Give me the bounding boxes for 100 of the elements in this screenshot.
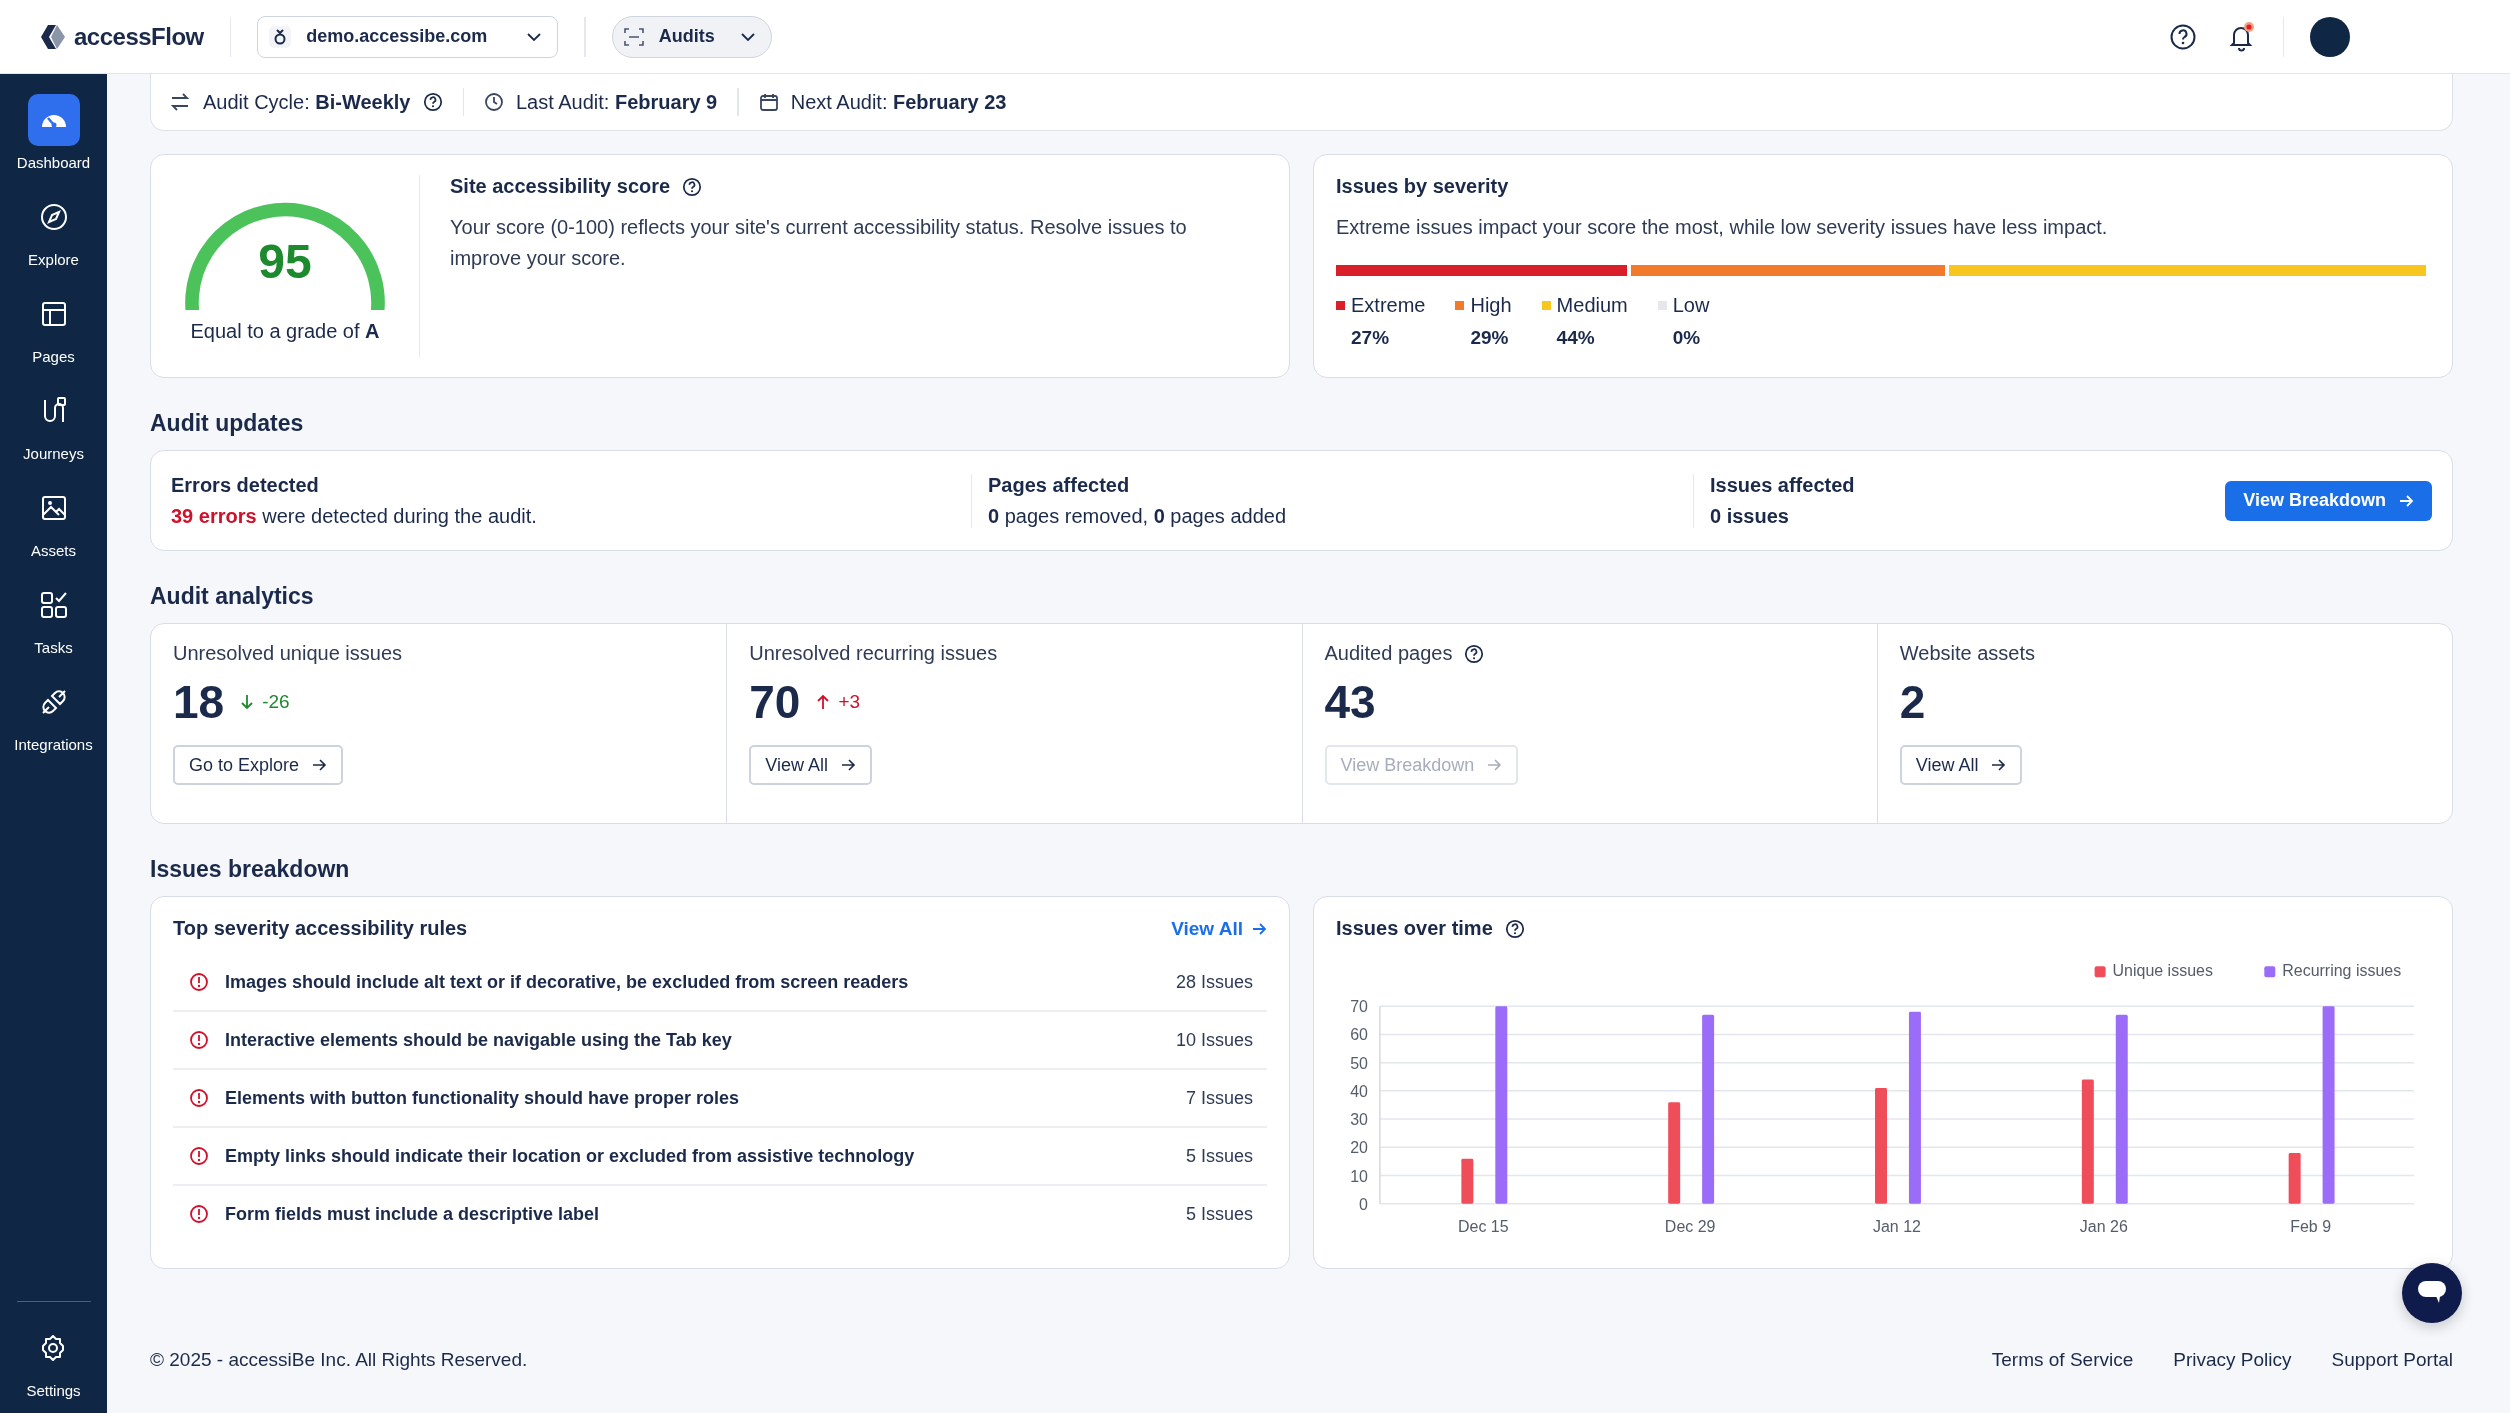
warning-icon [189, 1146, 209, 1166]
sidebar-item[interactable]: Integrations [0, 676, 107, 753]
chart-bar [1461, 1158, 1474, 1204]
update-text: 0 pages removed, 0 pages added [988, 504, 1287, 528]
site-select[interactable]: demo.accessibe.com [257, 15, 559, 58]
card-description: Your score (0-100) reflects your site's current accessibility status. Resolve issues to improve your score. [450, 215, 1188, 271]
warning-icon [189, 1088, 209, 1108]
sidebar-item[interactable]: Tasks [0, 579, 107, 656]
arrow-right-icon [1990, 757, 2007, 773]
swap-arrows-icon [169, 91, 191, 113]
help-icon[interactable] [422, 92, 443, 112]
view-breakdown-button[interactable]: View Breakdown [2225, 480, 2432, 521]
calendar-icon [758, 92, 779, 112]
update-text: 39 errors were detected during the audit. [171, 504, 538, 528]
help-icon[interactable] [2168, 22, 2197, 51]
metric-title: Website assets [1899, 642, 2035, 665]
severity-percent: 27% [1350, 327, 1390, 349]
arrow-down-icon [240, 694, 255, 710]
rule-name: Images should include alt text or if decorative, be excluded from screen readers [225, 971, 910, 993]
section-heading: Audit analytics [150, 583, 315, 610]
y-axis-label: 0 [1359, 1195, 1368, 1213]
legend-label: Low [1672, 294, 1710, 317]
update-title: Errors detected [171, 473, 320, 497]
issue-count: 5 Issues [1185, 1145, 1253, 1167]
issue-count: 28 Issues [1175, 971, 1253, 993]
metric-title: Unresolved unique issues [173, 642, 403, 665]
footer-link[interactable]: Terms of Service [1991, 1349, 2134, 1371]
legend-label: High [1470, 294, 1512, 317]
x-axis-label: Jan 26 [2079, 1217, 2128, 1235]
arrow-right-icon [2398, 492, 2414, 509]
sidebar-item[interactable]: Explore [0, 191, 107, 268]
view-select[interactable]: Audits [611, 15, 772, 58]
footer-link[interactable]: Privacy Policy [2173, 1349, 2292, 1371]
metric-value: 43 [1324, 675, 1376, 729]
chat-button[interactable] [2402, 1263, 2462, 1323]
metric-value: 2 [1899, 675, 1926, 729]
metric-button[interactable]: Go to Explore [173, 745, 344, 785]
y-axis-label: 50 [1350, 1054, 1368, 1072]
clock-icon [484, 92, 504, 112]
y-axis-label: 70 [1350, 998, 1368, 1016]
metric-title: Unresolved recurring issues [749, 642, 998, 665]
chart-bar [2288, 1153, 2301, 1204]
x-axis-label: Dec 15 [1458, 1217, 1509, 1235]
metric-button[interactable]: View All [1899, 745, 2023, 785]
last-audit-text: Last Audit: February 9 [516, 90, 718, 114]
sidebar-item[interactable]: Pages [0, 288, 107, 365]
update-title: Issues affected [1710, 473, 1856, 497]
y-axis-label: 20 [1350, 1139, 1368, 1157]
card-description: Extreme issues impact your score the most, while low severity issues have less impact. [1336, 215, 2108, 240]
user-avatar[interactable] [2310, 16, 2350, 57]
sidebar-item[interactable]: Dashboard [0, 94, 107, 171]
rule-name: Empty links should indicate their location or excluded from assistive technology [225, 1145, 916, 1167]
score-value: 95 [257, 233, 313, 289]
y-axis-label: 60 [1350, 1026, 1368, 1044]
compass-icon [38, 202, 69, 232]
copyright-text: © 2025 - accessiBe Inc. All Rights Reserved. [150, 1349, 528, 1371]
severity-percent: 0% [1671, 327, 1701, 349]
arrow-up-icon [816, 694, 831, 710]
legend-label: Unique issues [2112, 962, 2213, 980]
section-heading: Issues breakdown [150, 856, 351, 883]
footer-link[interactable]: Support Portal [2331, 1349, 2453, 1371]
sidebar-item[interactable]: Assets [0, 482, 107, 559]
y-axis-label: 10 [1350, 1167, 1368, 1185]
rule-name: Interactive elements should be navigable using the Tab key [225, 1029, 733, 1051]
metric-delta: -26 [262, 691, 290, 713]
legend-label: Medium [1556, 294, 1628, 317]
metric-value: 70 [749, 675, 801, 729]
x-axis-label: Dec 29 [1664, 1217, 1716, 1235]
metric-button[interactable]: View All [749, 745, 872, 785]
legend-label: Extreme [1351, 294, 1426, 317]
help-icon[interactable] [682, 176, 703, 197]
arrow-right-icon [839, 757, 856, 773]
arrow-right-icon [311, 757, 328, 773]
issue-count: 7 Issues [1185, 1087, 1253, 1109]
warning-icon [189, 1204, 209, 1224]
legend-label: Recurring issues [2282, 962, 2402, 980]
card-title: Site accessibility score [450, 175, 671, 198]
scan-icon [622, 25, 645, 48]
site-favicon-icon [268, 24, 293, 49]
metric-delta: +3 [838, 691, 861, 713]
warning-icon [189, 1030, 209, 1050]
card-title: Issues by severity [1336, 175, 1509, 198]
rule-name: Form fields must include a descriptive label [225, 1203, 601, 1225]
view-all-link[interactable]: View All [1171, 917, 1267, 940]
sidebar-item[interactable]: Journeys [0, 385, 107, 462]
issue-count: 10 Issues [1175, 1029, 1253, 1051]
update-title: Pages affected [988, 473, 1131, 497]
grade-text: Equal to a grade of A [190, 319, 380, 343]
section-heading: Audit updates [150, 410, 305, 437]
tasks-grid-icon [38, 590, 69, 620]
issue-count: 5 Issues [1185, 1203, 1253, 1225]
logo-icon [40, 22, 66, 51]
y-axis-label: 40 [1350, 1082, 1368, 1100]
update-text: 0 issues [1710, 504, 1790, 528]
card-title: Top severity accessibility rules [173, 917, 468, 940]
help-icon[interactable] [1504, 918, 1525, 939]
settings-item[interactable]: Settings [26, 1322, 81, 1399]
card-title: Issues over time [1336, 917, 1493, 940]
rule-name: Elements with button functionality should have proper roles [225, 1087, 741, 1109]
warning-icon [189, 972, 209, 992]
